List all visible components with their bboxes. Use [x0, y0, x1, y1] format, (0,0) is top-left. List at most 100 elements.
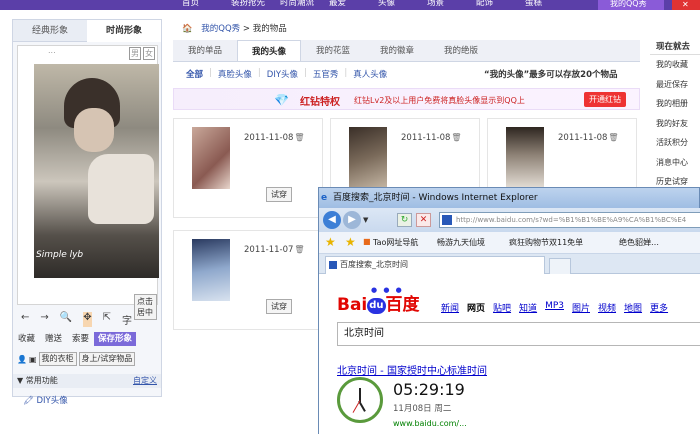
nav-zhidao[interactable]: 知道 — [519, 301, 537, 314]
zoom-icon[interactable]: 🔍 — [60, 312, 72, 327]
nav-web[interactable]: 网页 — [467, 301, 485, 314]
stop-button[interactable]: ✕ — [416, 213, 431, 227]
top-nav-item[interactable]: 首页 — [182, 0, 231, 8]
try-on-button[interactable]: 试穿 — [266, 299, 292, 314]
nav-tieba[interactable]: 贴吧 — [493, 301, 511, 314]
baidu-logo[interactable]: Bai du 百度 — [337, 290, 420, 315]
try-on-button[interactable]: 试穿 — [266, 187, 292, 202]
star-icon[interactable]: ★ — [325, 235, 336, 249]
sidebar-item-album[interactable]: 我的相册 — [650, 94, 700, 114]
top-nav-item[interactable]: 时尚潮流 — [280, 0, 329, 8]
sidebar-item-favorites[interactable]: 我的收藏 — [650, 55, 700, 75]
trash-icon[interactable]: 🗑 — [451, 133, 461, 142]
sidebar-item-messages[interactable]: 消息中心 — [650, 153, 700, 173]
top-nav-item[interactable]: 最爱 — [329, 0, 378, 8]
photo-signature: Simple lyb — [36, 250, 84, 260]
subtab-diy[interactable]: DIY头像 — [267, 68, 298, 80]
customize-link[interactable]: 自定义 — [133, 374, 157, 388]
nav-news[interactable]: 新闻 — [441, 301, 459, 314]
move-icon[interactable]: ✥ — [83, 312, 92, 327]
sidebar-item-recent[interactable]: 最近保存 — [650, 75, 700, 95]
new-tab-button[interactable] — [549, 258, 571, 274]
add-favorite-icon[interactable]: ★ — [345, 235, 356, 249]
vip-title: 红钻特权 — [300, 97, 340, 108]
fav-tao-icon: ■ — [363, 237, 371, 246]
diy-avatar-link[interactable]: 🖍 DIY头像 — [23, 394, 68, 406]
request-button[interactable]: 索要 — [67, 332, 94, 346]
male-button[interactable]: 男 — [129, 46, 141, 60]
arrow-right-icon[interactable]: → — [40, 312, 48, 327]
text-icon[interactable]: 字 — [122, 312, 132, 327]
search-input[interactable]: 北京时间 — [337, 322, 700, 346]
pointer-icon[interactable]: ⇱ — [103, 312, 111, 327]
avatar-thumbnail[interactable] — [192, 127, 230, 189]
result-source-url[interactable]: www.baidu.com/... — [393, 419, 467, 428]
tab-my-avatars[interactable]: 我的头像 — [237, 40, 301, 61]
result-title-link[interactable]: 北京时间 - 国家授时中心标准时间 — [337, 362, 487, 377]
fav-link-tao[interactable]: Tao网址导航 — [373, 237, 418, 248]
common-functions-title: ▼ 常用功能 — [17, 376, 58, 385]
tab-my-limited[interactable]: 我的绝版 — [429, 40, 493, 61]
top-nav-item[interactable]: 头像 — [378, 0, 427, 8]
nav-mp3[interactable]: MP3 — [545, 301, 564, 314]
wardrobe-button[interactable]: 我的衣柜 — [38, 352, 77, 366]
top-nav-item[interactable]: 场景 — [427, 0, 476, 8]
nav-images[interactable]: 图片 — [572, 301, 590, 314]
home-icon[interactable]: 🏠 — [182, 24, 193, 34]
back-button[interactable]: ◀ — [323, 211, 341, 229]
tab-classic-image[interactable]: 经典形象 — [13, 20, 87, 42]
breadcrumb-home[interactable]: 我的QQ秀 — [201, 24, 240, 34]
avatar-card[interactable]: 2011-11-08🗑 试穿 — [173, 118, 323, 218]
ie-titlebar[interactable]: e 百度搜索_北京时间 - Windows Internet Explorer — [319, 188, 699, 208]
trying-items-button[interactable]: 身上/试穿物品 — [78, 352, 136, 366]
avatar-thumbnail[interactable] — [506, 127, 544, 189]
browser-tab[interactable]: 百度搜索_北京时间 — [325, 256, 545, 274]
open-vip-button[interactable]: 开通红钻 — [584, 92, 626, 107]
avatar-thumbnail[interactable] — [192, 239, 230, 301]
nav-more[interactable]: 更多 — [650, 301, 668, 314]
current-time: 05:29:19 — [393, 380, 465, 399]
sidebar-item-friends[interactable]: 我的好友 — [650, 114, 700, 134]
top-nav-extra[interactable]: ✕ — [672, 0, 700, 10]
trash-icon[interactable]: 🗑 — [294, 133, 304, 142]
trash-icon[interactable]: 🗑 — [294, 245, 304, 254]
refresh-button[interactable]: ↻ — [397, 213, 412, 227]
subtab-real-face[interactable]: 真脸头像 — [218, 68, 252, 80]
arrow-left-icon[interactable]: ← — [21, 312, 29, 327]
tab-my-badges[interactable]: 我的徽章 — [365, 40, 429, 61]
tab-my-baskets[interactable]: 我的花篮 — [301, 40, 365, 61]
tab-my-items[interactable]: 我的单品 — [173, 40, 237, 61]
subtab-features[interactable]: 五官秀 — [313, 68, 339, 80]
female-button[interactable]: 女 — [143, 46, 155, 60]
item-tabs: 我的单品 我的头像 我的花篮 我的徽章 我的绝版 — [173, 40, 640, 62]
fav-link-game2[interactable]: 绝色貂婵… — [619, 237, 659, 248]
sidebar-item-points[interactable]: 活跃积分 — [650, 133, 700, 153]
fav-link-game[interactable]: 畅游九天仙境 — [437, 237, 485, 248]
gift-button[interactable]: 赠送 — [40, 332, 67, 346]
favorite-button[interactable]: 收藏 — [13, 332, 40, 346]
top-nav-item[interactable]: 配饰 — [476, 0, 525, 8]
avatar-card[interactable]: 2011-11-07🗑 试穿 — [173, 230, 323, 330]
top-nav-item[interactable]: 装扮抢先 — [231, 0, 280, 8]
person-icon[interactable]: 👤 — [17, 355, 27, 364]
forward-button[interactable]: ▶ — [343, 211, 361, 229]
fav-link-shop[interactable]: 疯狂购物节双11免单 — [509, 237, 583, 248]
avatar-thumbnail[interactable] — [349, 127, 387, 189]
top-nav-item[interactable]: 蛋糕 — [525, 0, 574, 8]
tab-fashion-image[interactable]: 时尚形象 — [87, 20, 161, 42]
save-image-button[interactable]: 保存形象 — [94, 332, 137, 346]
top-nav-bar: 首页 装扮抢先 时尚潮流 最爱 头像 场景 配饰 蛋糕 我的QQ秀 ✕ — [0, 0, 700, 10]
subtab-all[interactable]: 全部 — [186, 68, 203, 80]
image-icon[interactable]: ▣ — [29, 355, 37, 364]
card-date: 2011-11-08 — [401, 133, 451, 143]
center-button[interactable]: 点击居中 — [134, 294, 157, 320]
diy-icon: 🖍 — [23, 396, 34, 406]
nav-map[interactable]: 地图 — [624, 301, 642, 314]
address-input[interactable]: http://www.baidu.com/s?wd=%B1%B1%BE%A9%C… — [439, 212, 700, 228]
chevron-down-icon[interactable]: ▼ — [363, 216, 368, 224]
nav-video[interactable]: 视频 — [598, 301, 616, 314]
subtab-real-person[interactable]: 真人头像 — [353, 68, 387, 80]
max-items-note: “我的头像”最多可以存放20个物品 — [484, 70, 618, 80]
top-nav-my-qqshow[interactable]: 我的QQ秀 — [598, 0, 664, 10]
trash-icon[interactable]: 🗑 — [608, 133, 618, 142]
